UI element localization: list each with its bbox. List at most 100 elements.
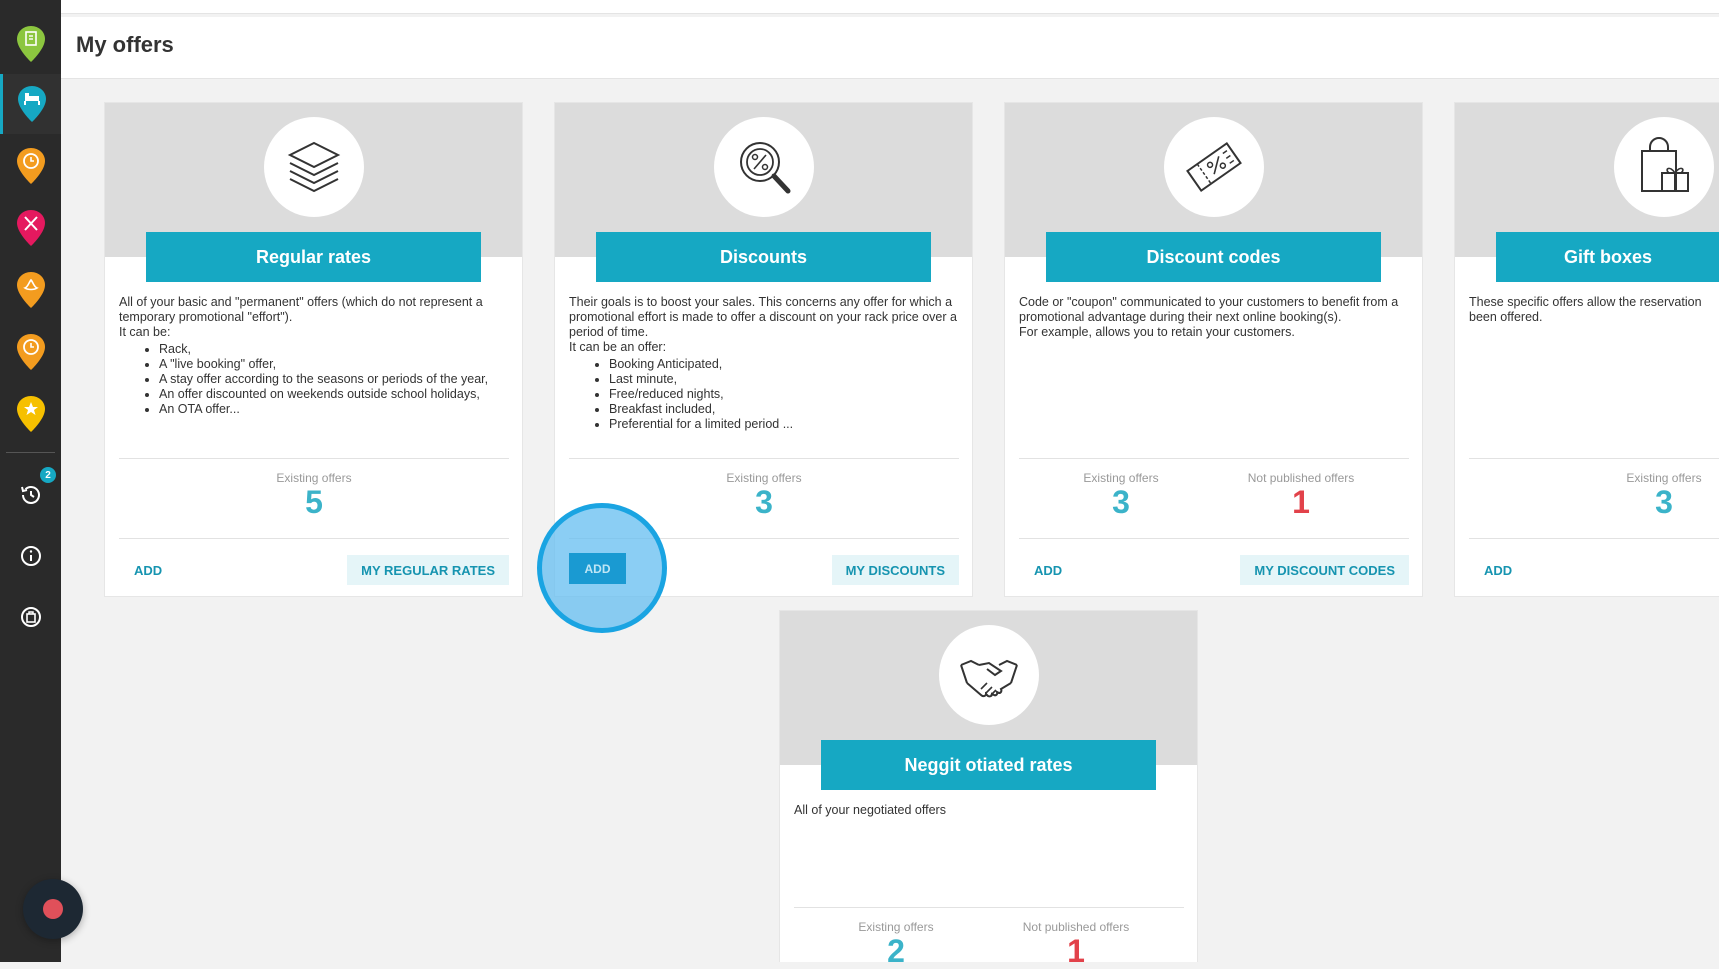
sidebar-item-wellness[interactable] <box>0 260 61 320</box>
stat-label: Not published offers <box>1247 471 1355 485</box>
sidebar-item-favorites[interactable] <box>0 384 61 444</box>
list-item: Booking Anticipated, <box>609 357 964 372</box>
record-button[interactable] <box>23 879 83 939</box>
list-item: Breakfast included, <box>609 402 964 417</box>
stat-existing: Existing offers 2 <box>806 920 986 968</box>
stat-value: 3 <box>755 484 773 520</box>
list-item: Rack, <box>159 342 514 357</box>
info-icon <box>20 546 41 566</box>
desc-text: It can be an offer: <box>569 340 667 354</box>
sidebar-item-activities[interactable] <box>0 136 61 196</box>
card-discount-codes: Discount codes Code or "coupon" communic… <box>1004 102 1423 597</box>
desc-text: For example, allows you to retain your c… <box>1019 325 1295 339</box>
card-icon-circle <box>1164 117 1264 217</box>
list-item: An OTA offer... <box>159 402 514 417</box>
card-description: All of your basic and "permanent" offers… <box>119 295 514 417</box>
divider <box>1469 538 1719 539</box>
stat-not-published: Not published offers 1 <box>986 920 1166 968</box>
stat-existing: Existing offers 3 <box>1574 471 1719 519</box>
stat-value: 2 <box>887 933 905 969</box>
add-regular-rate-button[interactable]: ADD <box>119 555 177 585</box>
my-discounts-button[interactable]: MY DISCOUNTS <box>831 555 959 585</box>
sidebar-item-restaurant[interactable] <box>0 198 61 258</box>
card-description: These specific offers allow the reservat… <box>1469 295 1714 325</box>
timer-pin-icon <box>16 334 45 370</box>
sidebar-separator <box>6 452 55 453</box>
sidebar-item-info[interactable] <box>0 526 61 586</box>
stat-value: 3 <box>1112 484 1130 520</box>
history-icon <box>20 486 40 504</box>
my-discount-codes-button[interactable]: MY DISCOUNT CODES <box>1240 555 1409 585</box>
divider <box>1019 538 1409 539</box>
stat-label: Existing offers <box>276 471 352 485</box>
card-description: Code or "coupon" communicated to your cu… <box>1019 295 1414 340</box>
divider <box>119 538 509 539</box>
add-gift-box-button[interactable]: ADD <box>1469 555 1527 585</box>
card-title: Regular rates <box>146 232 481 282</box>
stat-existing: Existing offers 3 <box>1031 471 1211 519</box>
desc-text: Code or "coupon" communicated to your cu… <box>1019 295 1399 324</box>
card-description: All of your negotiated offers <box>794 803 1189 818</box>
gift-bag-icon <box>1641 137 1689 192</box>
divider <box>569 458 959 459</box>
desc-list: Rack, A "live booking" offer, A stay off… <box>119 342 514 417</box>
card-title: Discount codes <box>1046 232 1381 282</box>
stat-existing: Existing offers 3 <box>674 471 854 519</box>
desc-text: Their goals is to boost your sales. This… <box>569 295 957 339</box>
desc-text: These specific offers allow the reservat… <box>1469 295 1702 309</box>
list-item: Last minute, <box>609 372 964 387</box>
card-icon-circle <box>1614 117 1714 217</box>
list-item: Preferential for a limited period ... <box>609 417 964 432</box>
card-description: Their goals is to boost your sales. This… <box>569 295 964 432</box>
coupon-icon <box>1186 142 1242 192</box>
divider <box>1469 458 1719 459</box>
discount-search-icon <box>740 142 791 194</box>
cutlery-pin-icon <box>16 210 45 246</box>
page-title: My offers <box>76 32 174 57</box>
sidebar-item-luggage[interactable] <box>0 587 61 647</box>
card-negotiated-rates: Neggit otiated rates All of your negotia… <box>779 610 1198 968</box>
stat-label: Existing offers <box>1626 471 1702 485</box>
add-discount-button[interactable]: ADD <box>569 553 626 584</box>
card-icon-circle <box>264 117 364 217</box>
layers-icon <box>287 141 341 193</box>
spa-pin-icon <box>16 272 45 308</box>
stat-value: 1 <box>1292 484 1310 520</box>
desc-list: Booking Anticipated, Last minute, Free/r… <box>569 357 964 432</box>
stat-label: Existing offers <box>858 920 934 934</box>
handshake-icon <box>960 659 1018 698</box>
divider <box>1019 458 1409 459</box>
divider <box>119 458 509 459</box>
stat-value: 3 <box>1655 484 1673 520</box>
card-icon-circle <box>714 117 814 217</box>
stat-existing: Existing offers 5 <box>224 471 404 519</box>
list-item: An offer discounted on weekends outside … <box>159 387 514 402</box>
desc-text: been offered. <box>1469 310 1543 324</box>
card-gift-boxes: Gift boxes These specific offers allow t… <box>1454 102 1719 597</box>
card-title: Discounts <box>596 232 931 282</box>
add-discount-code-button[interactable]: ADD <box>1019 555 1077 585</box>
sidebar-item-rooms[interactable] <box>0 74 61 134</box>
sidebar-item-events[interactable] <box>0 322 61 382</box>
history-badge: 2 <box>40 467 56 483</box>
stat-not-published: Not published offers 1 <box>1211 471 1391 519</box>
my-regular-rates-button[interactable]: MY REGULAR RATES <box>347 555 509 585</box>
luggage-icon <box>20 607 41 627</box>
clock-pin-icon <box>16 148 45 184</box>
sidebar-item-hotel[interactable] <box>0 14 61 74</box>
stat-value: 1 <box>1067 933 1085 969</box>
star-pin-icon <box>16 396 45 432</box>
card-title: Gift boxes <box>1496 232 1719 282</box>
desc-text: All of your negotiated offers <box>794 803 946 817</box>
hotel-pin-icon <box>16 26 45 62</box>
list-item: A stay offer according to the seasons or… <box>159 372 514 387</box>
stat-label: Existing offers <box>726 471 802 485</box>
stat-label: Not published offers <box>1022 920 1130 934</box>
stat-value: 5 <box>305 484 323 520</box>
page-header: My offers <box>61 17 1719 79</box>
divider <box>794 907 1184 908</box>
card-icon-circle <box>939 625 1039 725</box>
card-regular-rates: Regular rates All of your basic and "per… <box>104 102 523 597</box>
card-title: Neggit otiated rates <box>821 740 1156 790</box>
record-dot-icon <box>43 899 63 919</box>
